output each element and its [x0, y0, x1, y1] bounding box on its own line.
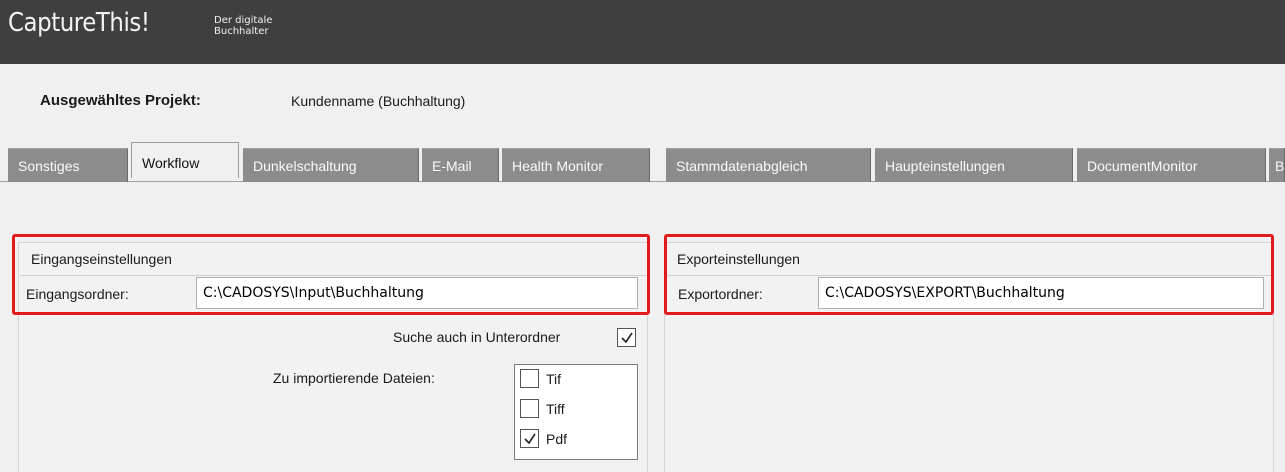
tagline-line-2: Buchhalter [214, 26, 269, 37]
checkmark-icon [621, 332, 633, 344]
tab-bar: Sonstiges Workflow Dunkelschaltung E-Mai… [0, 142, 1285, 184]
tab-dunkelschaltung[interactable]: Dunkelschaltung [243, 148, 419, 182]
project-value: Kundenname (Buchhaltung) [291, 93, 466, 109]
app-tagline: Der digitale Buchhalter [214, 15, 272, 37]
filetypes-label: Zu importierende Dateien: [273, 370, 435, 386]
tab-more[interactable]: B [1269, 148, 1285, 182]
filetype-tiff-label: Tiff [546, 401, 565, 417]
filetype-pdf-checkbox[interactable] [520, 429, 539, 448]
subfolder-search-label: Suche auch in Unterordner [393, 329, 561, 345]
tab-health-monitor[interactable]: Health Monitor [502, 148, 650, 182]
checkmark-icon [524, 433, 536, 445]
tagline-line-1: Der digitale [214, 15, 273, 26]
tab-email[interactable]: E-Mail [422, 148, 499, 182]
project-label: Ausgewähltes Projekt: [40, 92, 201, 109]
input-settings-highlight [12, 234, 650, 315]
tab-stammdatenabgleich[interactable]: Stammdatenabgleich [666, 148, 871, 182]
subfolder-search-checkbox[interactable] [617, 328, 636, 347]
export-settings-highlight [664, 234, 1274, 315]
filetype-pdf[interactable]: Pdf [520, 429, 567, 453]
project-bar: Ausgewähltes Projekt: Kundenname (Buchha… [0, 64, 1285, 148]
tab-sonstiges[interactable]: Sonstiges [8, 148, 128, 182]
filetype-tif-checkbox[interactable] [520, 369, 539, 388]
filetype-pdf-label: Pdf [546, 431, 568, 447]
app-titlebar: CaptureThis! Der digitale Buchhalter [0, 0, 1285, 64]
filetype-tif[interactable]: Tif [520, 369, 561, 393]
filetype-tiff[interactable]: Tiff [520, 399, 565, 423]
tab-workflow[interactable]: Workflow [131, 142, 239, 178]
filetype-tiff-checkbox[interactable] [520, 399, 539, 418]
filetype-tif-label: Tif [546, 371, 562, 387]
filetypes-list: Tif Tiff Pdf [514, 364, 638, 460]
tab-documentmonitor[interactable]: DocumentMonitor [1077, 148, 1266, 182]
tab-haupteinstellungen[interactable]: Haupteinstellungen [875, 148, 1073, 182]
app-logo: CaptureThis! [8, 8, 150, 38]
